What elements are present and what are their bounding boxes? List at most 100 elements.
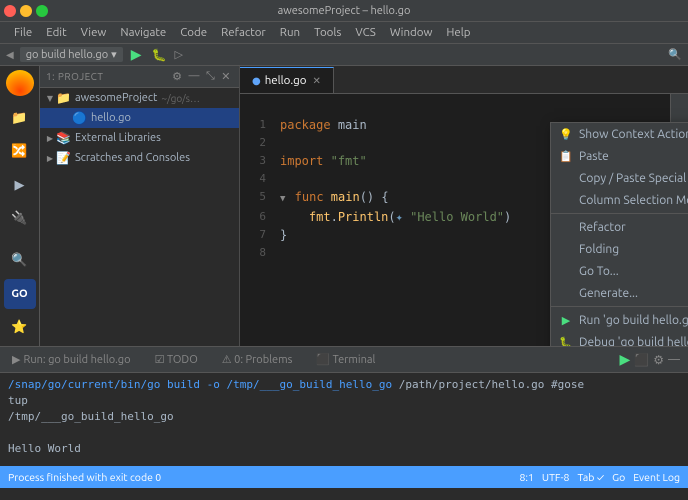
cm-debug[interactable]: 🐛 Debug 'go build hello.go' xyxy=(551,331,688,346)
activity-favorites[interactable]: ⭐ xyxy=(4,313,36,342)
coverage-button[interactable]: ▷ xyxy=(174,48,182,61)
activity-project[interactable]: 📁 xyxy=(4,104,36,133)
menu-refactor[interactable]: Refactor xyxy=(215,24,272,41)
tree-scratches[interactable]: ▶ 📝 Scratches and Consoles xyxy=(40,148,239,168)
run-settings-btn[interactable]: ⚙ xyxy=(653,353,664,367)
terminal-tab[interactable]: ⬛ Terminal xyxy=(304,347,387,373)
run-tab[interactable]: ▶ Run: go build hello.go xyxy=(0,347,143,373)
cm-generate[interactable]: Generate... Alt+Insert xyxy=(551,282,688,304)
run-controls: ▶ ⬛ ⚙ — xyxy=(620,351,688,368)
cm-divider-2 xyxy=(551,306,688,307)
terminal-line-6 xyxy=(8,457,680,466)
sidebar-tool-2[interactable]: — xyxy=(187,69,202,84)
sidebar-tool-3[interactable]: ⤡ xyxy=(204,69,217,84)
folder-icon: 📁 xyxy=(56,91,71,105)
run-bar-search[interactable]: 🔍 xyxy=(668,48,682,61)
tree-hello-label: hello.go xyxy=(91,112,131,124)
activity-run[interactable]: ▶ xyxy=(4,171,36,200)
status-event-log[interactable]: Event Log xyxy=(633,471,680,483)
window-controls[interactable] xyxy=(4,5,48,17)
activity-go[interactable]: GO xyxy=(4,279,36,308)
run-stop-btn[interactable]: ⬛ xyxy=(634,353,649,367)
tree-root[interactable]: ▼ 📁 awesomeProject ~/go/s… xyxy=(40,88,239,108)
status-encoding: UTF-8 xyxy=(542,471,570,483)
problems-tab-label: ⚠ 0: Problems xyxy=(222,353,293,366)
title-bar: awesomeProject – hello.go xyxy=(0,0,688,22)
fold-arrow[interactable]: ▼ xyxy=(280,194,285,204)
cm-column-selection[interactable]: Column Selection Mode Alt+Shift+Insert xyxy=(551,189,688,211)
cm-refactor[interactable]: Refactor ▶ xyxy=(551,216,688,238)
cm-bulb-icon: 💡 xyxy=(559,127,573,141)
menu-vcs[interactable]: VCS xyxy=(349,24,381,41)
status-bar: Process finished with exit code 0 8:1 UT… xyxy=(0,466,688,488)
menu-tools[interactable]: Tools xyxy=(308,24,347,41)
activity-search[interactable]: 🔍 xyxy=(4,246,36,275)
run-minimize-btn[interactable]: — xyxy=(668,353,680,366)
main-layout: 📁 🔀 ▶ 🔌 🔍 GO ⭐ 1: Project ⚙ — ⤡ ✕ ▼ 📁 aw… xyxy=(0,66,688,346)
todo-tab-label: ☑ TODO xyxy=(155,353,198,366)
editor-area[interactable]: 1 package main 2 3 import "fmt" 4 5 xyxy=(240,94,688,346)
sidebar-tool-1[interactable]: ⚙ xyxy=(170,69,184,84)
maximize-button[interactable] xyxy=(36,5,48,17)
menu-file[interactable]: File xyxy=(8,24,38,41)
window-title: awesomeProject – hello.go xyxy=(278,5,411,17)
cm-run[interactable]: ▶ Run 'go build hello.go' Ctrl+Shift+F10 xyxy=(551,309,688,331)
cm-run-icon: ▶ xyxy=(559,313,573,327)
cm-show-context-actions[interactable]: 💡 Show Context Actions Alt+Enter xyxy=(551,123,688,145)
cm-copy-icon xyxy=(559,171,573,185)
tree-ext-label: External Libraries xyxy=(75,132,161,144)
tab-hello-go-label: hello.go xyxy=(265,74,307,87)
minimize-button[interactable] xyxy=(20,5,32,17)
run-bar-spacer: ◀ xyxy=(6,49,14,61)
run-selector-arrow: ▾ xyxy=(111,48,117,61)
lib-icon: 📚 xyxy=(56,131,71,145)
cm-folding[interactable]: Folding ▶ xyxy=(551,238,688,260)
close-button[interactable] xyxy=(4,5,16,17)
tree-scratch-label: Scratches and Consoles xyxy=(75,152,190,164)
run-selector[interactable]: go build hello.go ▾ xyxy=(20,47,123,62)
run-play-btn[interactable]: ▶ xyxy=(620,351,631,368)
menu-window[interactable]: Window xyxy=(384,24,439,41)
cm-debug-icon: 🐛 xyxy=(559,335,573,346)
status-process: Process finished with exit code 0 xyxy=(8,471,161,483)
cm-paste-icon: 📋 xyxy=(559,149,573,163)
terminal-line-1: /snap/go/current/bin/go build -o /tmp/__… xyxy=(8,377,680,393)
tab-bar: ● hello.go ✕ xyxy=(240,66,688,94)
tree-root-label: awesomeProject xyxy=(75,92,157,104)
tree-external-libs[interactable]: ▶ 📚 External Libraries xyxy=(40,128,239,148)
sidebar-toolbar: ⚙ — ⤡ ✕ xyxy=(170,69,233,84)
problems-tab[interactable]: ⚠ 0: Problems xyxy=(210,347,305,373)
tree-root-path: ~/go/s… xyxy=(161,93,200,104)
menu-edit[interactable]: Edit xyxy=(40,24,72,41)
tree-ext-arrow: ▶ xyxy=(44,132,56,144)
editor-section: ● hello.go ✕ 1 package main 2 xyxy=(240,66,688,346)
activity-plugins[interactable]: 🔌 xyxy=(4,204,36,233)
todo-tab[interactable]: ☑ TODO xyxy=(143,347,210,373)
menu-code[interactable]: Code xyxy=(174,24,213,41)
sidebar-header: 1: Project ⚙ — ⤡ ✕ xyxy=(40,66,239,88)
tree-hello-go[interactable]: 🔵 hello.go xyxy=(40,108,239,128)
cm-gen-icon xyxy=(559,286,573,300)
run-button[interactable]: ▶ xyxy=(129,46,144,63)
status-indent: Tab ✓ xyxy=(577,471,604,483)
terminal-line-3: /tmp/___go_build_hello_go xyxy=(8,409,680,425)
status-left: Process finished with exit code 0 xyxy=(8,471,161,483)
tab-close[interactable]: ✕ xyxy=(313,75,321,87)
cm-goto[interactable]: Go To... ▶ xyxy=(551,260,688,282)
menu-view[interactable]: View xyxy=(75,24,113,41)
scratch-icon: 📝 xyxy=(56,151,71,165)
menu-help[interactable]: Help xyxy=(440,24,476,41)
terminal-line-2: tup xyxy=(8,393,680,409)
cm-paste[interactable]: 📋 Paste Ctrl+V xyxy=(551,145,688,167)
tab-go-icon: ● xyxy=(252,75,261,87)
tab-hello-go[interactable]: ● hello.go ✕ xyxy=(240,67,334,93)
status-line-col: 8:1 xyxy=(519,471,533,483)
cm-copy-paste-special[interactable]: Copy / Paste Special ▶ xyxy=(551,167,688,189)
debug-button[interactable]: 🐛 xyxy=(149,48,168,62)
activity-commit[interactable]: 🔀 xyxy=(4,137,36,166)
status-right: 8:1 UTF-8 Tab ✓ Go Event Log xyxy=(519,471,680,483)
menu-run[interactable]: Run xyxy=(274,24,306,41)
menu-navigate[interactable]: Navigate xyxy=(114,24,172,41)
editor-line-empty xyxy=(240,98,688,116)
sidebar-tool-4[interactable]: ✕ xyxy=(219,69,233,84)
